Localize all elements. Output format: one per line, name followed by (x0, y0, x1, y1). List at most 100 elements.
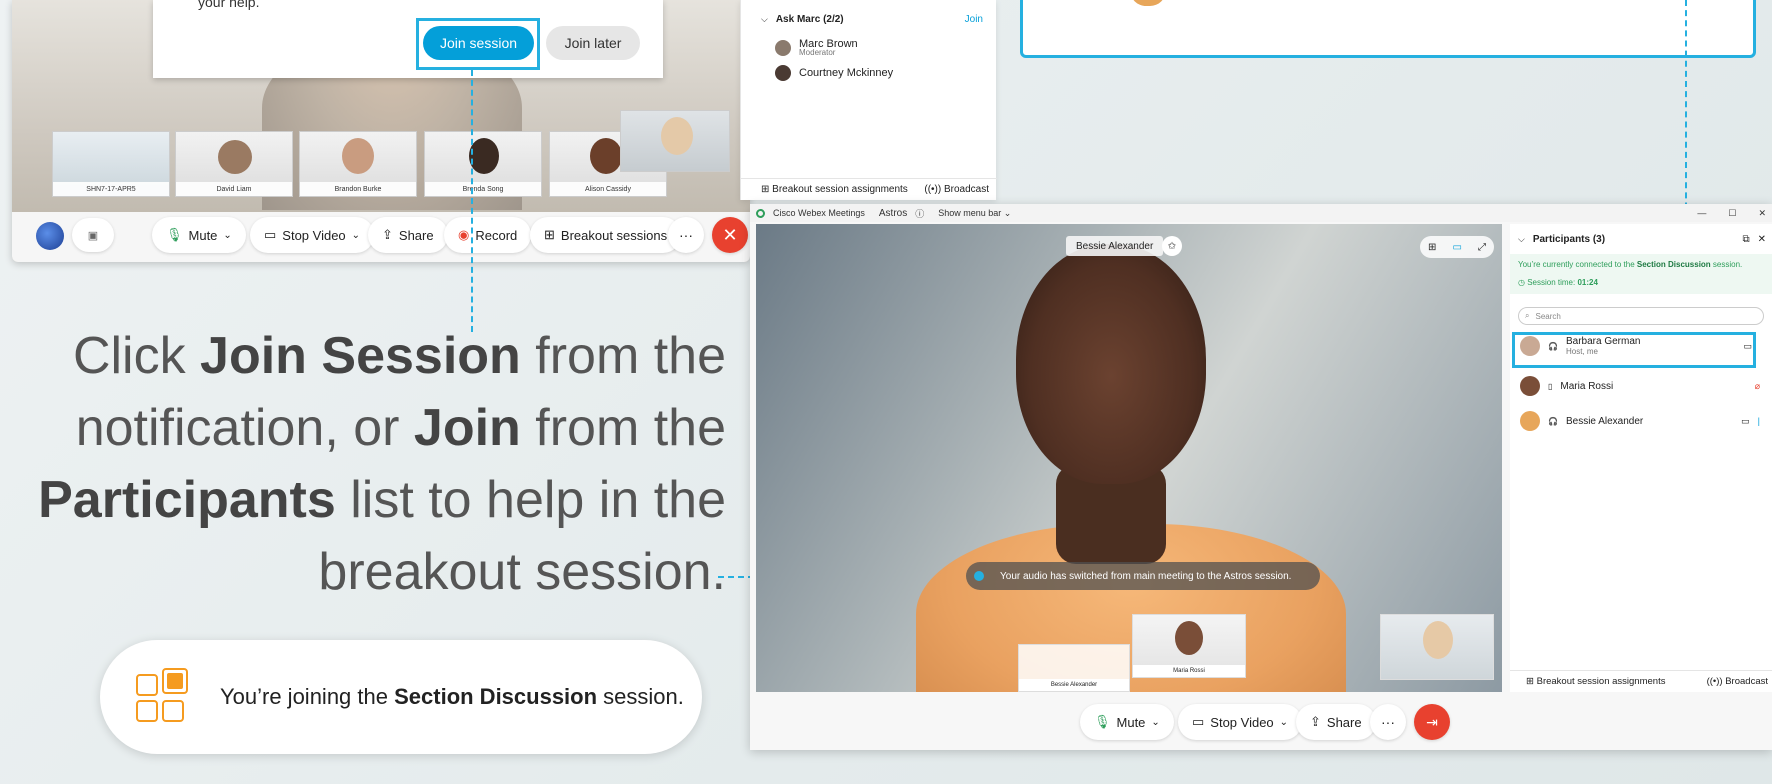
breakout-assignments-label: Breakout session assignments (772, 184, 908, 195)
main-video: Bessie Alexander ✩ ⊞ ▭ ⤢ Your audio has … (756, 224, 1502, 692)
headset-icon: 🎧 (1548, 416, 1558, 426)
more-options-button[interactable]: ··· (668, 217, 704, 253)
session-name: Astros (878, 207, 908, 219)
participants-panel: ⌵ Participants (3) ⧉ ✕ You’re currently … (1510, 224, 1772, 692)
video-thumbnail[interactable]: Brandon Burke (299, 131, 417, 197)
webex-logo-icon (756, 208, 765, 218)
stage-layout-icon[interactable]: ▭ (1452, 242, 1461, 253)
clock-icon: ◷ (1518, 278, 1528, 287)
minimize-icon[interactable]: — (1697, 208, 1706, 218)
caption-line: Click Join Session from the (10, 320, 726, 392)
microphone-icon: 🎙 (1094, 714, 1111, 729)
breakout-assignments-link[interactable]: ⊞ Breakout session assignments (761, 184, 908, 195)
join-session-button[interactable]: Join session (423, 26, 534, 60)
mute-button[interactable]: 🎙 Mute ⌄ (152, 217, 246, 253)
video-thumbnail[interactable]: Maria Rossi (1132, 614, 1246, 678)
leave-session-button[interactable]: ⇥ (1414, 704, 1450, 740)
participant-face (1175, 621, 1203, 655)
toast-text: You’re joining the (220, 684, 395, 709)
microphone-icon: 🎙 (166, 227, 183, 242)
participant-face (590, 138, 622, 174)
grid-layout-icon[interactable]: ⊞ (1428, 242, 1436, 253)
mute-button[interactable]: 🎙 Mute ⌄ (1080, 704, 1174, 740)
self-view-thumbnail[interactable] (620, 110, 730, 172)
chevron-down-icon[interactable]: ⌵ (1518, 234, 1525, 245)
record-button[interactable]: ◉ Record (444, 217, 532, 253)
thumbnail-label: David Liam (176, 182, 292, 196)
thumbnail-label: Maria Rossi (1133, 665, 1245, 677)
leave-meeting-button[interactable]: ✕ (712, 217, 748, 253)
stop-video-button[interactable]: ▭ Stop Video ⌄ (250, 217, 375, 253)
top-left-meeting-window: your help. Join session Join later SHN7-… (12, 0, 750, 262)
chevron-down-icon[interactable]: ⌄ (352, 230, 360, 241)
close-icon[interactable]: ✕ (1758, 208, 1766, 219)
app-logo-icon[interactable] (36, 222, 64, 250)
connection-text: You’re currently connected to the Sectio… (1518, 258, 1764, 272)
close-icon: ✕ (722, 224, 738, 245)
session-group-header[interactable]: ⌵ Ask Marc (2/2) Join (761, 14, 983, 25)
toast-text: session. (597, 684, 684, 709)
search-input[interactable]: ⌕ Search (1518, 307, 1764, 325)
more-options-button[interactable]: ··· (1370, 704, 1406, 740)
join-link[interactable]: Join (965, 14, 983, 25)
chevron-down-icon[interactable]: ⌄ (1151, 717, 1159, 728)
share-label: Share (1326, 714, 1362, 730)
mute-label: Mute (188, 227, 218, 243)
show-menu-bar[interactable]: Show menu bar ⌄ (938, 208, 1011, 219)
breakout-sessions-button[interactable]: ⊞ Breakout sessions (530, 217, 682, 253)
session-time-value: 01:24 (1577, 278, 1598, 287)
camera-icon: ▭ (264, 227, 277, 242)
share-button[interactable]: ⇪ Share (1296, 704, 1376, 740)
search-placeholder: Search (1535, 311, 1561, 321)
breakout-assignments-label: Breakout session assignments (1536, 676, 1666, 687)
search-icon: ⌕ (1525, 311, 1530, 320)
participant-name: Maria Rossi (1560, 380, 1614, 392)
app-name: Cisco Webex Meetings (773, 208, 865, 218)
broadcast-link[interactable]: ((•)) Broadcast (1707, 676, 1768, 687)
participant-face (661, 117, 693, 155)
avatar (775, 39, 791, 56)
mute-label: Mute (1116, 714, 1146, 730)
info-icon[interactable]: ⓘ (915, 207, 924, 220)
thumbnail-label: Brandon Burke (300, 182, 416, 196)
participant-face (342, 138, 374, 174)
popout-icon[interactable]: ⧉ (1742, 234, 1749, 245)
audio-level-icon: | (1757, 416, 1760, 426)
video-thumbnail[interactable]: Brenda Song (424, 131, 542, 197)
captions-icon[interactable]: ▣ (72, 218, 114, 252)
phone-icon: ▯ (1548, 381, 1553, 391)
stop-video-button[interactable]: ▭ Stop Video ⌄ (1178, 704, 1303, 740)
caption-emphasis: Join (413, 399, 521, 457)
broadcast-label: Broadcast (943, 184, 989, 195)
pin-icon[interactable]: ✩ (1162, 236, 1182, 256)
main-meeting-window: Cisco Webex Meetings Astros ⓘ Show menu … (750, 204, 1772, 750)
broadcast-link[interactable]: ((•)) Broadcast (924, 184, 989, 195)
participant-row[interactable]: ▯ Maria Rossi ⌀ (1520, 376, 1760, 396)
muted-microphone-icon: ⌀ (1754, 380, 1760, 391)
instruction-caption: Click Join Session from the notification… (10, 320, 726, 608)
video-thumbnail[interactable]: SHN7-17-APR5 (52, 131, 170, 197)
thumbnail-label: Bessie Alexander (1019, 679, 1129, 691)
share-button[interactable]: ⇪ Share (368, 217, 448, 253)
headset-icon: 🎧 (1548, 341, 1558, 351)
connector-line (471, 70, 473, 332)
participant-row[interactable]: 🎧 Barbara German Host, me ▭ (1520, 336, 1752, 356)
self-view-thumbnail[interactable] (1380, 614, 1494, 680)
session-group-label: Ask Marc (2/2) (775, 14, 844, 25)
maximize-icon[interactable]: ☐ (1728, 208, 1736, 219)
join-later-button[interactable]: Join later (546, 26, 640, 60)
breakout-assignments-link[interactable]: ⊞ Breakout session assignments (1526, 676, 1665, 687)
chevron-down-icon[interactable]: ⌄ (1280, 717, 1288, 728)
speaker-head (1016, 244, 1206, 484)
chevron-down-icon[interactable]: ⌄ (223, 230, 231, 241)
caption-line: breakout session. (10, 536, 726, 608)
fullscreen-icon[interactable]: ⤢ (1478, 242, 1486, 253)
breakout-grid-icon (136, 668, 194, 726)
participant-name: Bessie Alexander (1565, 415, 1644, 427)
close-icon[interactable]: ✕ (1758, 234, 1766, 245)
grid-icon: ⊞ (1526, 676, 1537, 687)
avatar (775, 65, 791, 81)
video-thumbnail[interactable]: Bessie Alexander (1018, 644, 1130, 692)
video-thumbnail[interactable]: David Liam (175, 131, 293, 197)
participant-row[interactable]: 🎧 Bessie Alexander ▭ | (1520, 411, 1760, 431)
